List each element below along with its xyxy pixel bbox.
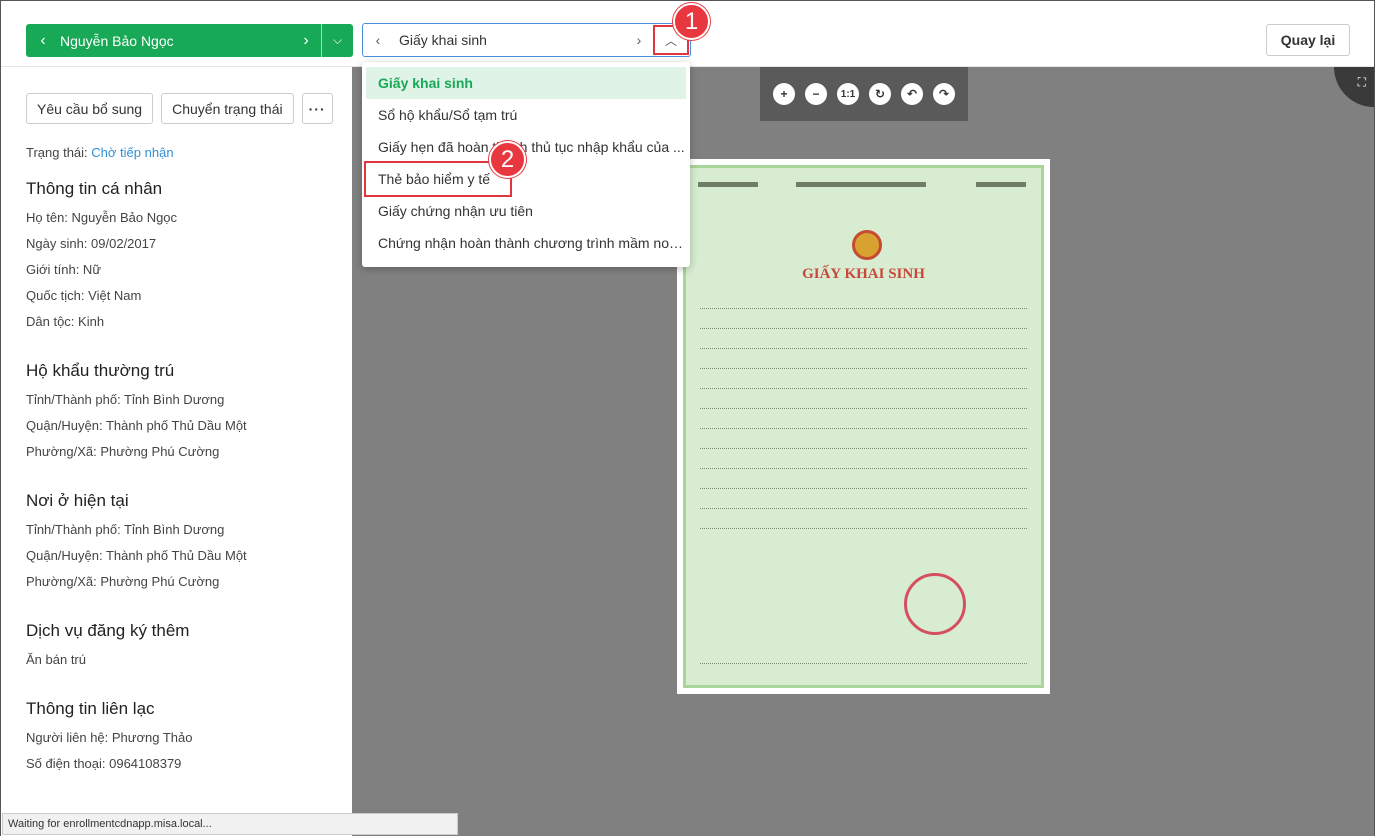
dropdown-item-birth-certificate[interactable]: Giấy khai sinh [366,67,686,99]
student-name: Nguyễn Bảo Ngọc [60,32,174,49]
red-seal-icon [904,573,966,635]
services-section: Dịch vụ đăng ký thêm Ăn bán trú [26,621,189,673]
annotation-badge-1: 1 [673,3,710,40]
contact-section: Thông tin liên lạc Người liên hệ: Phương… [26,699,192,777]
student-dropdown-chevron-down-icon[interactable]: ⌵ [322,33,353,48]
form-line [700,663,1027,664]
info-row: Phường/Xã: Phường Phú Cường [26,444,220,459]
form-line [700,488,1027,489]
form-line [700,308,1027,309]
fullscreen-icon[interactable]: ⛶ [1334,67,1374,107]
request-more-button[interactable]: Yêu cầu bổ sung [26,93,154,124]
rotate-left-icon[interactable]: ↶ [901,83,923,105]
status-line: Trạng thái: Chờ tiếp nhận [26,145,174,160]
certificate-paper: GIẤY KHAI SINH [683,165,1044,688]
next-student-icon[interactable]: › [291,32,321,50]
dropdown-item-registration-appointment[interactable]: Giấy hẹn đã hoàn thành thủ tục nhập khẩu… [366,131,686,163]
national-emblem-icon [852,230,882,260]
form-line [700,368,1027,369]
info-row: Phường/Xã: Phường Phú Cường [26,574,220,589]
browser-status-bar: Waiting for enrollmentcdnapp.misa.local.… [2,813,458,835]
form-line [700,448,1027,449]
refresh-icon[interactable]: ↻ [869,83,891,105]
dropdown-item-preschool-completion[interactable]: Chứng nhận hoàn thành chương trình mầm n… [366,227,686,259]
form-line [700,508,1027,509]
more-options-button[interactable]: ··· [301,93,333,124]
status-label: Trạng thái: [26,145,88,160]
action-buttons: Yêu cầu bổ sung Chuyển trạng thái ··· [26,93,333,124]
info-row: Ngày sinh: 09/02/2017 [26,236,157,251]
info-row: Ăn bán trú [26,652,86,667]
personal-info-section: Thông tin cá nhân Họ tên: Nguyễn Bảo Ngọ… [26,179,177,335]
info-row: Người liên hệ: Phương Thảo [26,730,193,745]
permanent-residence-title: Hộ khẩu thường trú [26,361,175,380]
personal-info-title: Thông tin cá nhân [26,179,163,198]
form-line [700,468,1027,469]
form-line [700,348,1027,349]
annotation-badge-2: 2 [489,141,526,178]
change-status-button[interactable]: Chuyển trạng thái [161,93,294,124]
header-right-text [976,182,1026,187]
info-row: Tỉnh/Thành phố: Tỉnh Bình Dương [26,522,225,537]
form-line [700,528,1027,529]
info-row: Quốc tịch: Việt Nam [26,288,142,303]
current-residence-title: Nơi ở hiện tại [26,491,129,510]
contact-title: Thông tin liên lạc [26,699,155,718]
info-row: Dân tộc: Kinh [26,314,105,329]
birth-certificate-image: GIẤY KHAI SINH [677,159,1050,694]
info-row: Giới tính: Nữ [26,262,102,277]
info-row: Quận/Huyện: Thành phố Thủ Dầu Một [26,548,247,563]
info-row: Họ tên: Nguyễn Bảo Ngọc [26,210,178,225]
document-selected-value[interactable]: Giấy khai sinh [393,32,625,48]
dropdown-item-health-insurance-card[interactable]: Thẻ bảo hiểm y tế [364,161,512,197]
dropdown-item-household-book[interactable]: Sổ hộ khẩu/Sổ tạm trú [366,99,686,131]
rotate-right-icon[interactable]: ↷ [933,83,955,105]
zoom-in-icon[interactable]: + [773,83,795,105]
info-row: Số điện thoại: 0964108379 [26,756,182,771]
form-line [700,328,1027,329]
status-value[interactable]: Chờ tiếp nhận [91,145,173,160]
previous-document-icon[interactable]: ‹ [363,32,393,48]
next-document-icon[interactable]: › [625,32,653,48]
header-center-text [796,182,926,187]
zoom-out-icon[interactable]: − [805,83,827,105]
student-navigator: ‹ Nguyễn Bảo Ngọc › ⌵ [26,24,353,57]
form-line [700,408,1027,409]
permanent-residence-section: Hộ khẩu thường trú Tỉnh/Thành phố: Tỉnh … [26,361,247,465]
certificate-title: GIẤY KHAI SINH [802,266,925,282]
info-row: Quận/Huyện: Thành phố Thủ Dầu Một [26,418,247,433]
current-residence-section: Nơi ở hiện tại Tỉnh/Thành phố: Tỉnh Bình… [26,491,247,595]
actual-size-icon[interactable]: 1:1 [837,83,859,105]
dropdown-item-priority-certificate[interactable]: Giấy chứng nhận ưu tiên [366,195,686,227]
back-button[interactable]: Quay lại [1266,24,1350,56]
form-line [700,428,1027,429]
sidebar: Yêu cầu bổ sung Chuyển trạng thái ··· Tr… [1,67,352,836]
document-dropdown-list: Giấy khai sinh Sổ hộ khẩu/Sổ tạm trú Giấ… [362,62,690,267]
form-line [700,388,1027,389]
viewer-toolbar: + − 1:1 ↻ ↶ ↷ [760,67,968,121]
previous-student-icon[interactable]: ‹ [26,32,60,50]
document-selector[interactable]: ‹ Giấy khai sinh › ︿ [362,23,691,57]
header-left-text [698,182,758,187]
services-title: Dịch vụ đăng ký thêm [26,621,190,640]
info-row: Tỉnh/Thành phố: Tỉnh Bình Dương [26,392,225,407]
